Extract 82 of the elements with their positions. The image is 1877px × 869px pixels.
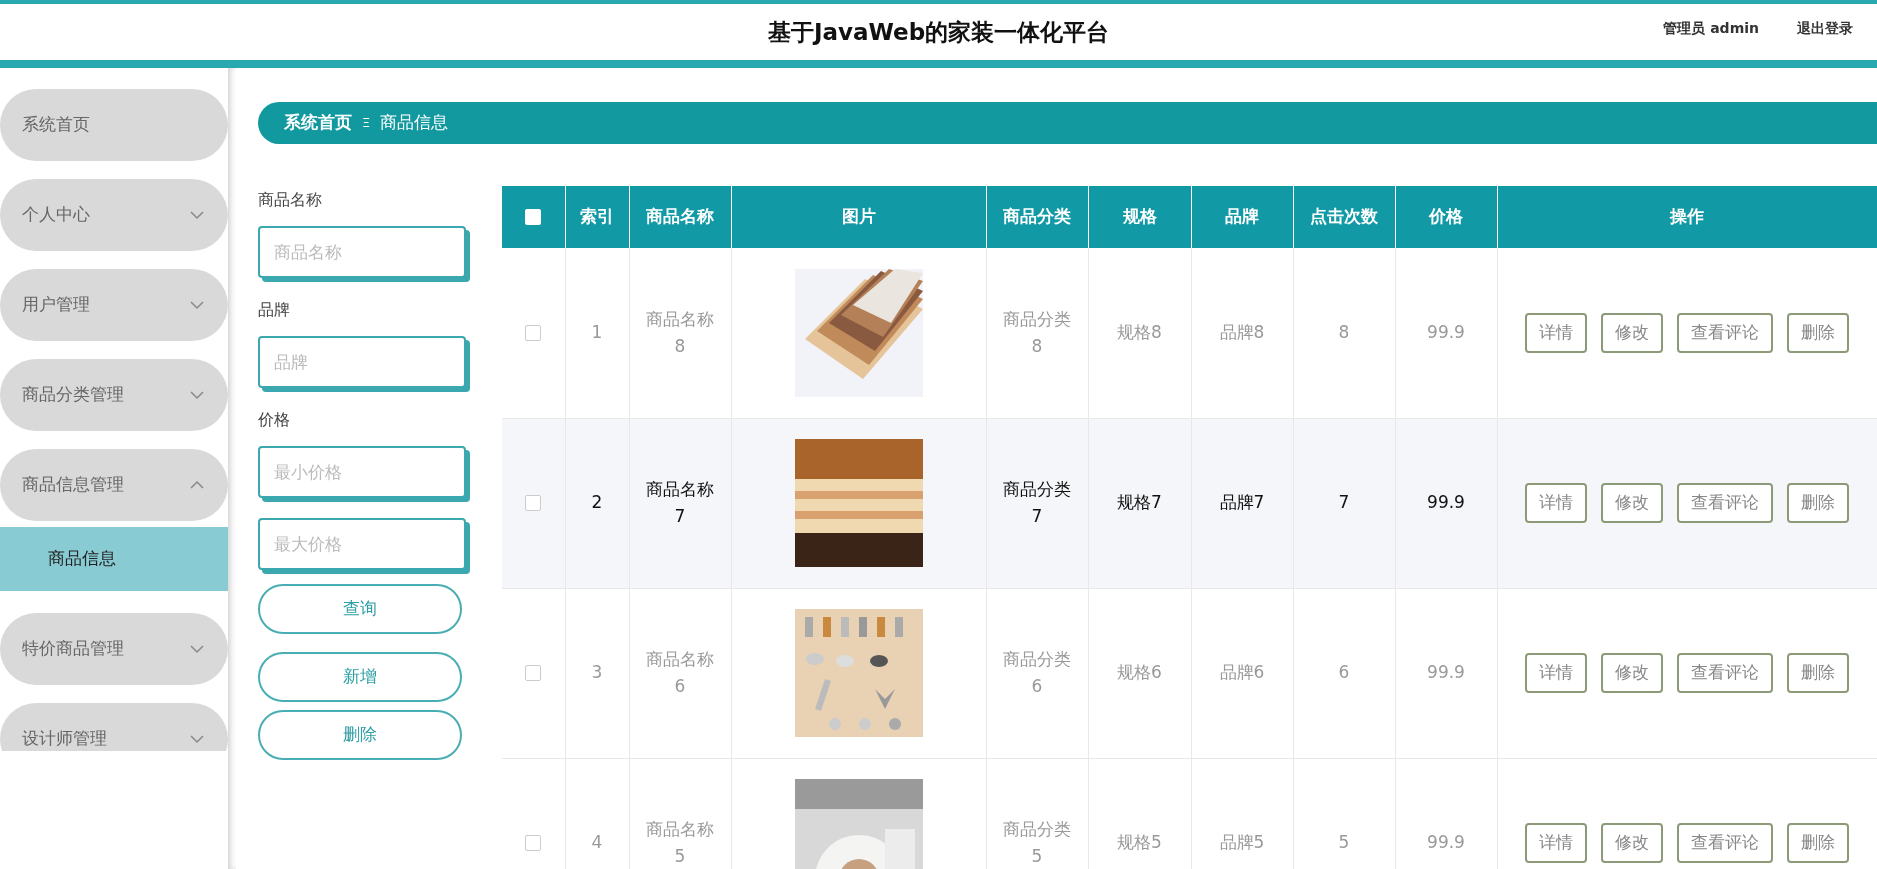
delete-button[interactable]: 删除 (258, 710, 462, 760)
table-cell: 2 (591, 492, 603, 513)
table-cell-text: 商品名称5 (645, 817, 715, 868)
input-field[interactable]: 最小价格 (258, 446, 466, 498)
column-header: 商品名称 (629, 186, 731, 248)
sidebar-item[interactable]: 商品信息管理 (0, 449, 228, 521)
select-all-checkbox[interactable] (525, 209, 542, 226)
table-cell-text: 商品分类8 (1002, 307, 1072, 358)
edit-button[interactable]: 修改 (1601, 653, 1663, 693)
column-header: 图片 (731, 186, 986, 248)
table-cell: 品牌7 (1219, 492, 1265, 513)
table-cell: 4 (591, 832, 603, 853)
table-cell: 99.9 (1427, 662, 1465, 683)
edit-button[interactable]: 修改 (1601, 823, 1663, 863)
row-checkbox[interactable] (525, 665, 542, 682)
delete-button[interactable]: 删除 (1787, 823, 1849, 863)
table-cell: 99.9 (1427, 322, 1465, 342)
table-cell: 规格8 (1117, 322, 1162, 342)
column-header: 价格 (1395, 186, 1497, 248)
table-cell: 品牌5 (1219, 832, 1265, 853)
site-title: 基于JavaWeb的家装一体化平台 (767, 17, 1110, 47)
edit-button[interactable]: 修改 (1601, 483, 1663, 523)
submenu-item[interactable]: 商品信息 (0, 527, 228, 591)
sidebar-item[interactable]: 特价商品管理 (0, 613, 228, 685)
details-button[interactable]: 详情 (1525, 653, 1587, 693)
table-cell-text: 商品分类6 (1002, 647, 1072, 698)
edit-button[interactable]: 修改 (1601, 312, 1663, 353)
table-cell: 99.9 (1427, 832, 1465, 853)
table-cell-text: 商品分类7 (1002, 477, 1072, 528)
table-cell-text: 商品名称8 (645, 307, 715, 358)
table-cell: 8 (1338, 322, 1350, 342)
column-header: 索引 (565, 186, 629, 248)
table-cell: 3 (591, 662, 603, 683)
table-cell: 规格5 (1117, 832, 1162, 853)
details-button[interactable]: 详情 (1525, 312, 1587, 353)
details-button[interactable]: 详情 (1525, 823, 1587, 863)
breadcrumb-separator: Ξ (362, 114, 371, 133)
field-label: 商品名称 (258, 189, 323, 211)
row-checkbox[interactable] (525, 495, 542, 512)
comments-button[interactable]: 查看评论 (1677, 312, 1773, 353)
sidebar-item[interactable]: 个人中心 (0, 179, 228, 251)
input-field[interactable]: 最大价格 (258, 518, 466, 570)
column-header: 商品分类 (986, 186, 1088, 248)
table-cell: 1 (591, 322, 603, 342)
table-cell: 品牌8 (1219, 322, 1265, 342)
table-cell: 99.9 (1427, 492, 1465, 513)
column-header: 操作 (1497, 186, 1877, 248)
table-cell-text: 商品名称6 (645, 647, 715, 698)
table-cell-text: 商品名称7 (645, 477, 715, 528)
sidebar-item[interactable]: 商品分类管理 (0, 359, 228, 431)
table-cell: 7 (1338, 492, 1350, 513)
table-cell: 6 (1338, 662, 1350, 683)
table-cell: 规格7 (1117, 492, 1162, 513)
field-label: 品牌 (258, 299, 291, 321)
table-cell-text: 商品分类5 (1002, 817, 1072, 868)
input-field[interactable]: 品牌 (258, 336, 466, 388)
sidebar-item[interactable]: 设计师管理 (0, 703, 228, 751)
breadcrumb-link[interactable]: 商品信息 (380, 110, 449, 136)
details-button[interactable]: 详情 (1525, 483, 1587, 523)
column-header: 品牌 (1191, 186, 1293, 248)
search-button[interactable]: 查询 (258, 584, 462, 634)
row-checkbox[interactable] (525, 835, 542, 852)
add-button[interactable]: 新增 (258, 652, 462, 702)
column-header: 点击次数 (1293, 186, 1395, 248)
logout-link[interactable]: 退出登录 (1797, 18, 1853, 39)
table-cell: 规格6 (1117, 662, 1162, 683)
delete-button[interactable]: 删除 (1787, 483, 1849, 523)
comments-button[interactable]: 查看评论 (1677, 823, 1773, 863)
delete-button[interactable]: 删除 (1787, 653, 1849, 693)
comments-button[interactable]: 查看评论 (1677, 483, 1773, 523)
table-cell: 品牌6 (1219, 662, 1265, 683)
column-header: 规格 (1088, 186, 1191, 248)
comments-button[interactable]: 查看评论 (1677, 653, 1773, 693)
input-field[interactable]: 商品名称 (258, 226, 466, 278)
sidebar-item[interactable]: 用户管理 (0, 269, 228, 341)
field-label: 价格 (258, 409, 291, 431)
table-cell: 5 (1338, 832, 1350, 853)
breadcrumb-link[interactable]: 系统首页 (284, 110, 352, 136)
sidebar-item[interactable]: 系统首页 (0, 89, 228, 161)
user-label: 管理员 admin (1663, 19, 1759, 38)
row-checkbox[interactable] (525, 325, 542, 341)
delete-button[interactable]: 删除 (1787, 312, 1849, 353)
